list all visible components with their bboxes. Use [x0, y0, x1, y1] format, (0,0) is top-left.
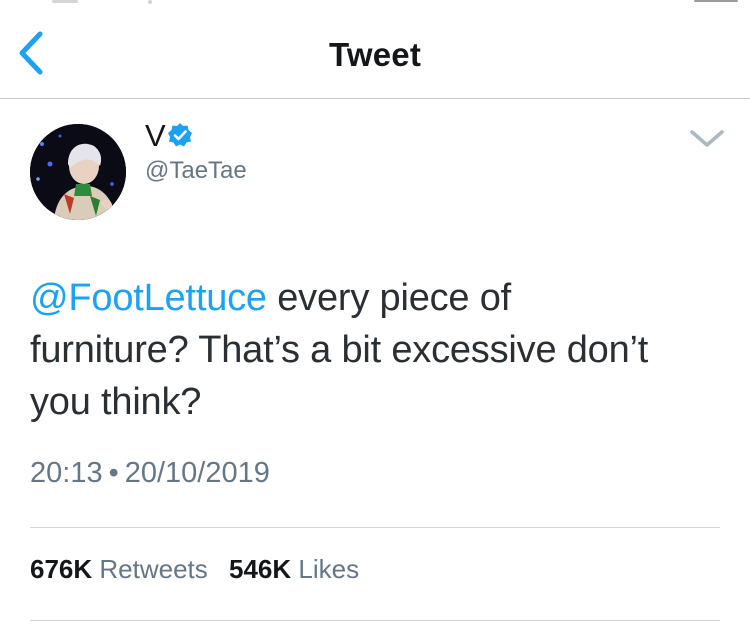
tweet-date: 20/10/2019: [124, 457, 270, 489]
page-title: Tweet: [328, 36, 422, 73]
likes-stat[interactable]: 546K Likes: [229, 554, 359, 585]
likes-label: Likes: [298, 554, 360, 584]
timestamp-separator: •: [108, 457, 119, 489]
nav-divider: [0, 98, 750, 99]
tweet-time: 20:13: [30, 457, 103, 489]
chevron-down-icon: [690, 130, 724, 147]
tweet-text-line1: every piece of: [266, 277, 512, 319]
tweet-text: @FootLettuce every piece of furniture? T…: [30, 272, 730, 428]
tweet-timestamp: 20:13 • 20/10/2019: [30, 457, 270, 490]
tweet-text-line3: you think?: [30, 381, 202, 423]
tweet-stats: 676K Retweets 546K Likes: [30, 554, 373, 585]
likes-count: 546K: [229, 554, 292, 584]
retweets-stat[interactable]: 676K Retweets: [30, 554, 208, 585]
author-handle[interactable]: @TaeTae: [145, 157, 247, 185]
stats-divider-bottom: [30, 620, 720, 621]
status-bar: [0, 0, 750, 10]
retweets-count: 676K: [30, 554, 93, 584]
retweets-label: Retweets: [99, 554, 208, 584]
verified-badge-icon: [168, 123, 192, 147]
author-name[interactable]: V: [145, 118, 166, 154]
avatar[interactable]: [30, 124, 126, 220]
tweet-text-line2: furniture? That’s a bit excessive don’t: [30, 329, 649, 371]
stats-divider-top: [30, 527, 720, 528]
mention-link[interactable]: @FootLettuce: [30, 277, 267, 319]
avatar-photo: [30, 124, 126, 220]
nav-bar: Tweet: [0, 10, 750, 98]
tweet-menu-button[interactable]: [689, 128, 725, 150]
